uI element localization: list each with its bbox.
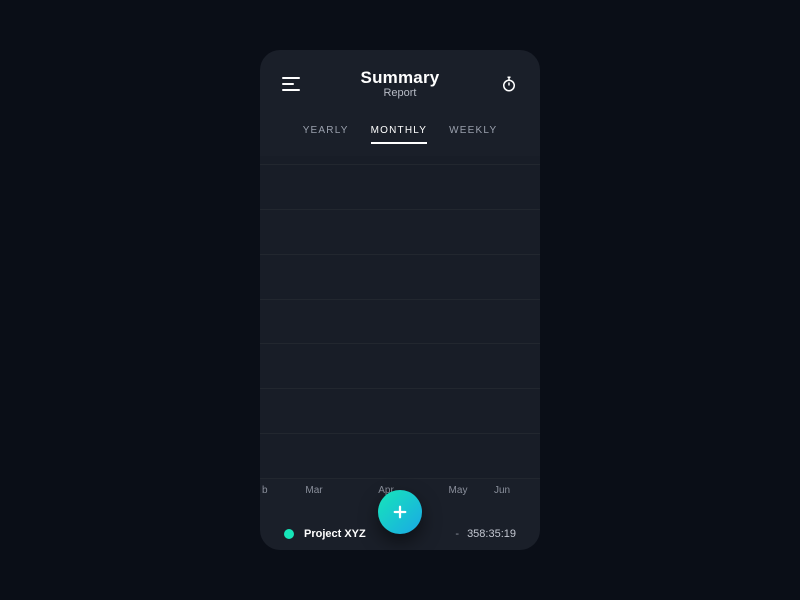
legend-dot-icon: [284, 529, 294, 539]
stopwatch-icon[interactable]: [500, 75, 518, 93]
bar-chart: [260, 156, 540, 479]
tab-monthly[interactable]: MONTHLY: [371, 125, 428, 144]
tab-weekly[interactable]: WEEKLY: [449, 125, 497, 144]
menu-icon[interactable]: [282, 77, 300, 91]
chart-bars: [260, 156, 540, 479]
legend-project-name: Project XYZ: [304, 528, 455, 540]
app-card: Summary Report YEARLY MONTHLY WEEKLY: [260, 50, 540, 550]
xlabel-may: May: [422, 485, 494, 496]
page-subtitle: Report: [361, 87, 440, 99]
legend-duration: 358:35:19: [467, 528, 516, 540]
tab-yearly[interactable]: YEARLY: [303, 125, 349, 144]
xlabel-feb: b: [260, 485, 278, 496]
period-tabs: YEARLY MONTHLY WEEKLY: [260, 125, 540, 144]
title-block: Summary Report: [361, 68, 440, 99]
add-button[interactable]: [378, 490, 422, 534]
xlabel-jun: Jun: [494, 485, 512, 496]
header: Summary Report: [260, 50, 540, 107]
plus-icon: [391, 503, 409, 521]
legend-dash: -: [455, 528, 459, 540]
page-title: Summary: [361, 68, 440, 88]
xlabel-mar: Mar: [278, 485, 350, 496]
